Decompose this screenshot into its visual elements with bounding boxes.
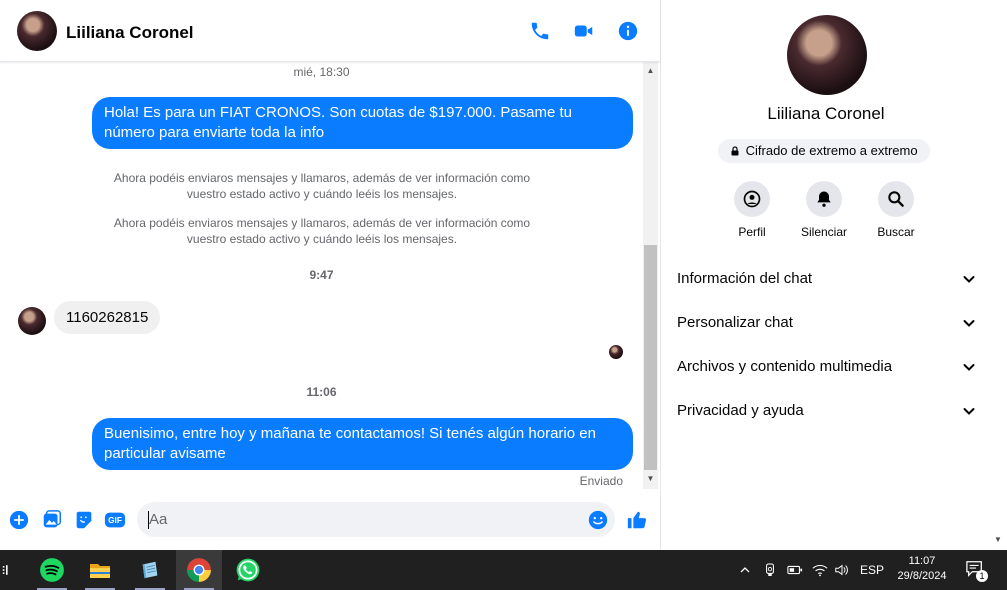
outgoing-message[interactable]: Buenisimo, entre hoy y mañana te contact…	[92, 418, 633, 470]
profile-icon	[734, 181, 770, 217]
phone-call-icon[interactable]	[529, 20, 551, 42]
action-search[interactable]: Buscar	[866, 181, 926, 239]
scrollbar[interactable]: ▲ ▼	[643, 62, 658, 489]
chevron-down-icon	[963, 408, 975, 415]
contact-name[interactable]: Liiliana Coronel	[66, 23, 194, 43]
outgoing-message[interactable]: Hola! Es para un FIAT CRONOS. Son cuotas…	[92, 97, 633, 149]
e2e-label: Cifrado de extremo a extremo	[745, 143, 918, 158]
section-customize-chat[interactable]: Personalizar chat	[677, 306, 977, 342]
clock[interactable]: 11:07 29/8/2024	[890, 554, 954, 584]
wifi-icon[interactable]	[811, 550, 829, 590]
chevron-down-icon	[963, 276, 975, 283]
thumbs-up-icon[interactable]	[626, 509, 648, 531]
read-receipt-avatar	[609, 345, 623, 359]
incoming-message[interactable]: 1160262815	[54, 301, 161, 334]
profile-avatar[interactable]	[787, 15, 867, 95]
notepad-icon[interactable]	[127, 550, 173, 590]
section-label: Información del chat	[677, 270, 813, 287]
section-label: Privacidad y ayuda	[677, 402, 804, 419]
scroll-down-arrow-icon[interactable]: ▼	[994, 535, 1002, 544]
action-mute[interactable]: Silenciar	[794, 181, 854, 239]
action-label: Silenciar	[800, 225, 848, 239]
scroll-up-arrow-icon[interactable]: ▲	[643, 66, 658, 78]
task-view-icon[interactable]	[0, 550, 12, 590]
timestamp: mié, 18:30	[293, 65, 350, 79]
chevron-up-icon[interactable]	[737, 550, 753, 590]
e2e-badge[interactable]: Cifrado de extremo a extremo	[718, 139, 930, 163]
action-label: Perfil	[738, 225, 766, 239]
section-label: Archivos y contenido multimedia	[677, 358, 893, 375]
spotify-icon[interactable]	[29, 550, 75, 590]
file-explorer-icon[interactable]	[77, 550, 123, 590]
profile-name: Liiliana Coronel	[767, 104, 885, 123]
section-media-files[interactable]: Archivos y contenido multimedia	[677, 350, 977, 386]
language-indicator[interactable]: ESP	[860, 550, 884, 590]
chrome-icon[interactable]	[176, 550, 222, 590]
info-panel: Liiliana Coronel Cifrado de extremo a ex…	[661, 0, 1007, 550]
image-icon[interactable]	[41, 509, 63, 531]
message-input[interactable]	[137, 502, 615, 537]
composer: GIF	[0, 495, 660, 547]
taskbar: ESP 11:07 29/8/2024 1	[0, 550, 1007, 590]
whatsapp-icon[interactable]	[225, 550, 271, 590]
info-icon[interactable]	[617, 20, 639, 42]
device-icon[interactable]	[762, 550, 778, 590]
bell-icon	[806, 181, 842, 217]
sticker-icon[interactable]	[73, 509, 95, 531]
action-profile[interactable]: Perfil	[722, 181, 782, 239]
gif-icon[interactable]: GIF	[104, 509, 126, 531]
section-privacy-help[interactable]: Privacidad y ayuda	[677, 394, 977, 430]
section-label: Personalizar chat	[677, 314, 793, 331]
chat-panel: Liiliana Coronel mié, 18:30 Hola! Es par…	[0, 0, 661, 550]
timestamp: 9:47	[309, 268, 334, 282]
scroll-thumb[interactable]	[644, 245, 657, 470]
chevron-down-icon	[963, 364, 975, 371]
lock-icon	[730, 140, 740, 156]
clock-date: 29/8/2024	[897, 570, 947, 582]
gif-label: GIF	[108, 516, 122, 525]
message-list: mié, 18:30 Hola! Es para un FIAT CRONOS.…	[0, 62, 643, 489]
emoji-icon[interactable]	[587, 509, 609, 531]
text-caret	[148, 511, 149, 529]
battery-icon[interactable]	[786, 550, 804, 590]
scroll-down-arrow-icon[interactable]: ▼	[643, 474, 658, 486]
clock-time: 11:07	[908, 555, 936, 567]
section-chat-info[interactable]: Información del chat	[677, 262, 977, 298]
contact-avatar[interactable]	[17, 11, 57, 51]
volume-icon[interactable]	[833, 550, 851, 590]
chat-header: Liiliana Coronel	[0, 0, 660, 62]
chevron-down-icon	[963, 320, 975, 327]
plus-icon[interactable]	[8, 509, 30, 531]
video-call-icon[interactable]	[573, 20, 595, 42]
system-message: Ahora podéis enviaros mensajes y llamaro…	[113, 171, 531, 201]
action-label: Buscar	[877, 225, 915, 239]
sent-status: Enviado	[579, 474, 623, 488]
system-message: Ahora podéis enviaros mensajes y llamaro…	[113, 216, 531, 246]
notification-count: 1	[976, 570, 988, 582]
contact-avatar-small[interactable]	[18, 307, 46, 335]
search-icon	[878, 181, 914, 217]
timestamp: 11:06	[306, 385, 337, 399]
